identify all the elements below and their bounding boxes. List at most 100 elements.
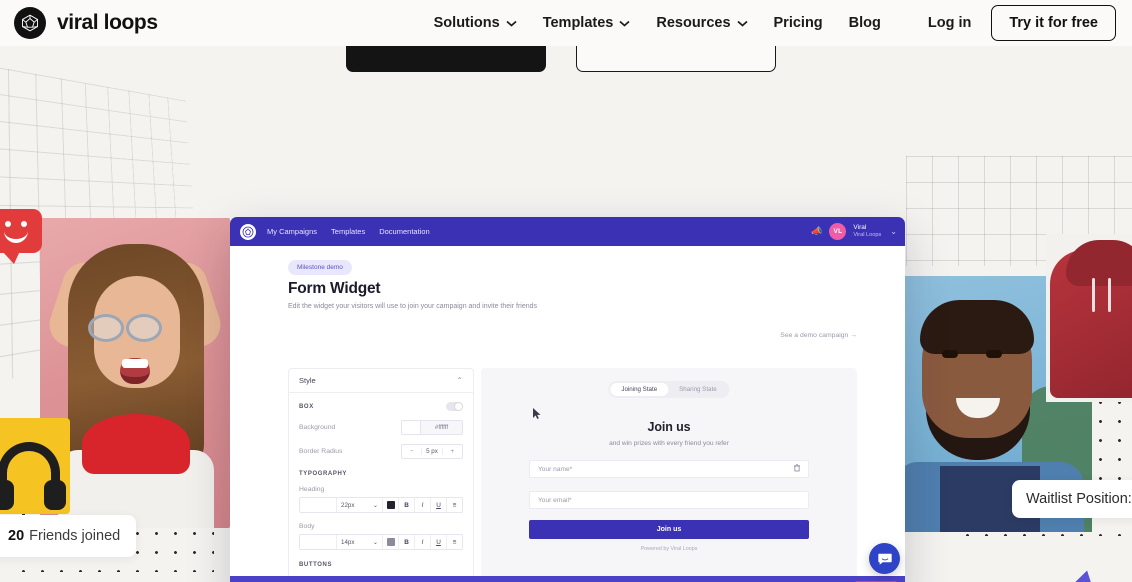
app-menu-documentation[interactable]: Documentation — [379, 227, 429, 236]
heading-controls: 22px ⌄ B I U ≡ — [299, 497, 463, 513]
heading-font-field[interactable] — [300, 498, 336, 512]
account-info[interactable]: Viral Viral Loops — [853, 224, 881, 239]
app-menu: My Campaigns Templates Documentation — [267, 227, 430, 236]
page-title: Form Widget — [288, 280, 905, 298]
nav-item-resources[interactable]: Resources — [656, 15, 747, 31]
brand-logo[interactable]: viral loops — [14, 7, 158, 39]
join-us-submit-button[interactable]: Join us — [529, 520, 809, 539]
app-menu-templates[interactable]: Templates — [331, 227, 365, 236]
delete-field-icon[interactable] — [794, 464, 800, 474]
heading-underline-button[interactable]: U — [430, 498, 446, 512]
border-radius-stepper[interactable]: − 5 px + — [401, 444, 463, 459]
powered-by-label: Powered by Viral Loops — [529, 546, 809, 552]
state-tabs: Joining State Sharing State — [608, 381, 729, 398]
megaphone-icon[interactable]: 📣 — [811, 226, 822, 237]
email-field[interactable]: Your email* — [529, 491, 809, 509]
nav-item-solutions[interactable]: Solutions — [434, 15, 517, 31]
try-it-free-button[interactable]: Try it for free — [991, 5, 1116, 41]
typography-section-label: TYPOGRAPHY — [299, 471, 463, 477]
tab-sharing-state[interactable]: Sharing State — [668, 383, 728, 396]
style-panel-body: BOX Background #ffffff Border Radius — [289, 393, 473, 582]
body-font-field[interactable] — [300, 535, 336, 549]
photo-headphones — [0, 418, 70, 514]
chevron-down-icon[interactable]: ⌄ — [890, 227, 897, 236]
app-menu-my-campaigns[interactable]: My Campaigns — [267, 227, 317, 236]
app-logo-icon[interactable] — [240, 224, 256, 240]
border-radius-label: Border Radius — [299, 448, 342, 455]
friends-joined-label: Friends joined — [29, 528, 120, 544]
background-color-value: #ffffff — [421, 424, 462, 431]
widget-preview: Joining State Sharing State Join us and … — [481, 368, 857, 582]
chevron-down-icon — [506, 20, 517, 27]
nav-label: Resources — [656, 15, 730, 31]
body-size-value: 14px — [341, 539, 354, 546]
chevron-up-icon[interactable]: ⌃ — [456, 376, 463, 385]
email-field-placeholder: Your email* — [538, 497, 571, 504]
background-row: Background #ffffff — [299, 420, 463, 435]
heading-color-swatch[interactable] — [382, 498, 398, 512]
background-color-input[interactable]: #ffffff — [401, 420, 463, 435]
nav-item-pricing[interactable]: Pricing — [774, 15, 823, 31]
viral-loops-logo-icon — [14, 7, 46, 39]
heading-align-button[interactable]: ≡ — [446, 498, 462, 512]
heading-bold-button[interactable]: B — [398, 498, 414, 512]
buttons-section-label: BUTTONS — [299, 562, 463, 568]
body-color-swatch[interactable] — [382, 535, 398, 549]
body-align-button[interactable]: ≡ — [446, 535, 462, 549]
style-panel-header[interactable]: Style ⌃ — [289, 369, 473, 393]
join-form: Join us and win prizes with every friend… — [529, 420, 809, 552]
hero-primary-button-clipped[interactable] — [346, 46, 546, 72]
account-name: Viral — [853, 224, 881, 232]
color-swatch[interactable] — [402, 421, 421, 434]
nav-label: Solutions — [434, 15, 500, 31]
main-nav: Solutions Templates Resources Pricing Bl… — [434, 15, 881, 31]
tab-joining-state[interactable]: Joining State — [610, 383, 668, 396]
nav-item-templates[interactable]: Templates — [543, 15, 631, 31]
heading-size-select[interactable]: 22px ⌄ — [336, 498, 382, 512]
avatar[interactable]: VL — [829, 223, 846, 240]
chevron-down-icon: ⌄ — [373, 502, 378, 509]
radius-value: 5 px — [421, 448, 442, 455]
name-field[interactable]: Your name* — [529, 460, 809, 478]
editor-footer-bar: Cancel Editing the Form Widget Save — [230, 576, 905, 582]
body-label: Body — [299, 523, 463, 530]
nav-label: Templates — [543, 15, 614, 31]
chevron-down-icon — [737, 20, 748, 27]
intercom-chat-button[interactable] — [869, 543, 900, 574]
see-demo-campaign-link[interactable]: See a demo campaign → — [780, 332, 857, 339]
decorative-triangle — [1059, 565, 1108, 582]
login-link[interactable]: Log in — [928, 15, 972, 31]
campaign-badge: Milestone demo — [288, 260, 352, 275]
app-body: Milestone demo Form Widget Edit the widg… — [230, 246, 905, 582]
body-size-select[interactable]: 14px ⌄ — [336, 535, 382, 549]
hero-secondary-button-clipped[interactable] — [576, 46, 776, 72]
heading-italic-button[interactable]: I — [414, 498, 430, 512]
nav-item-blog[interactable]: Blog — [849, 15, 881, 31]
body-italic-button[interactable]: I — [414, 535, 430, 549]
form-title: Join us — [529, 420, 809, 434]
name-field-placeholder: Your name* — [538, 466, 572, 473]
hero-section: 20 Friends joined Waitlist Position: # M… — [0, 46, 1132, 582]
app-top-bar: My Campaigns Templates Documentation 📣 V… — [230, 217, 905, 246]
box-section-label: BOX — [299, 404, 314, 410]
radius-increment-button[interactable]: + — [443, 448, 462, 455]
box-toggle[interactable] — [446, 402, 463, 411]
border-radius-row: Border Radius − 5 px + — [299, 444, 463, 459]
form-subtitle: and win prizes with every friend you ref… — [529, 440, 809, 447]
body-controls: 14px ⌄ B I U ≡ — [299, 534, 463, 550]
account-org: Viral Loops — [853, 232, 881, 239]
style-panel: Style ⌃ BOX Background #ffffff — [288, 368, 474, 582]
editor-panels: Style ⌃ BOX Background #ffffff — [288, 368, 857, 582]
heading-size-value: 22px — [341, 502, 354, 509]
radius-decrement-button[interactable]: − — [402, 448, 421, 455]
photo-red-hoodie — [1046, 234, 1132, 402]
body-bold-button[interactable]: B — [398, 535, 414, 549]
smiley-speech-bubble-icon — [0, 209, 42, 253]
page-subtitle: Edit the widget your visitors will use t… — [288, 303, 905, 310]
style-panel-title: Style — [299, 376, 316, 385]
friends-joined-badge: 20 Friends joined — [0, 515, 136, 557]
brand-name: viral loops — [57, 11, 158, 35]
body-underline-button[interactable]: U — [430, 535, 446, 549]
chevron-down-icon — [619, 20, 630, 27]
chevron-down-icon: ⌄ — [373, 539, 378, 546]
